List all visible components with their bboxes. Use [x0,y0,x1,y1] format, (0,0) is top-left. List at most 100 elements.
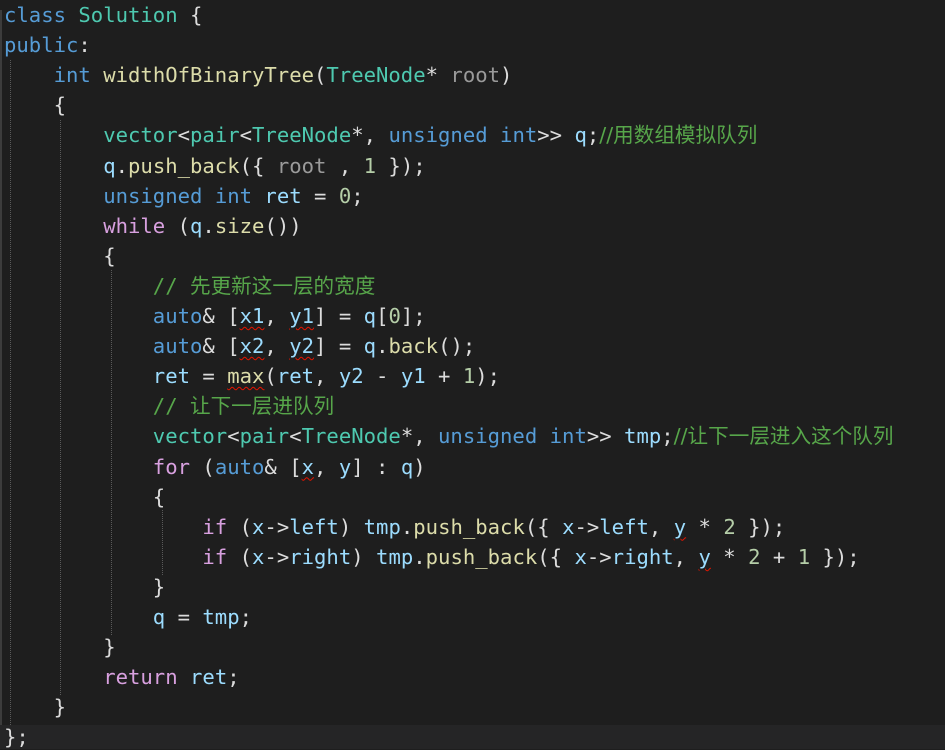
code-token: ret [152,364,190,389]
code-token: ; [586,123,600,148]
code-token: y1 [400,364,426,389]
code-token: x2 [239,334,265,359]
code-token: return [103,665,178,690]
code-token: * [710,544,749,569]
code-token: x [301,454,315,479]
code-line[interactable]: while (q.size()) [4,211,302,241]
collapsed-region-highlight [0,725,945,749]
code-token: root [276,153,327,178]
code-token: //让下一层进入这个队列 [673,424,894,449]
code-token: if [202,544,228,569]
code-line[interactable]: }; [4,722,29,750]
code-token: //用数组模拟队列 [599,123,758,148]
code-token: ); [475,364,501,389]
code-token: 0 [388,304,401,328]
code-token: = [165,605,203,629]
code-token: = [190,364,228,389]
code-token: 让下一层进队列 [190,394,335,419]
code-line[interactable]: q.push_back({ root , 1 }); [4,151,425,181]
code-token: vector [103,123,178,148]
code-line[interactable]: } [4,572,165,602]
code-token: x [574,544,587,569]
code-line[interactable]: int widthOfBinaryTree(TreeNode* root) [4,60,513,90]
code-line[interactable]: return ret; [4,662,240,692]
code-line[interactable]: // 让下一层进队列 [4,391,334,421]
code-token: back [388,334,439,359]
code-token: unsigned [103,183,203,208]
code-line[interactable]: for (auto& [x, y] : q) [4,452,426,482]
code-line[interactable]: auto& [x2, y2] = q.back(); [4,331,475,361]
code-token: ] : [351,454,401,479]
code-token: TreeNode [252,123,352,148]
code-token: x [252,544,265,569]
code-line[interactable]: // 先更新这一层的宽度 [4,271,376,301]
code-line[interactable]: { [4,241,116,271]
code-line[interactable]: ret = max(ret, y2 - y1 + 1); [4,361,500,391]
code-token: ; [239,605,253,629]
code-token: TreeNode [301,424,401,449]
code-token: -> [264,514,290,539]
code-line[interactable]: vector<pair<TreeNode*, unsigned int>> tm… [4,421,894,451]
code-token: q [574,123,587,148]
code-line[interactable]: q = tmp; [4,602,252,632]
code-line[interactable]: public: [4,30,91,60]
code-token: , [326,153,364,178]
code-token: }; [4,725,29,750]
code-token: y2 [289,334,315,359]
code-token: q [363,334,377,359]
code-token: ] = [314,304,364,328]
code-token: Solution [78,3,178,27]
code-token: & [ [202,334,240,359]
code-token: . [400,514,414,539]
code-line[interactable]: class Solution { [4,0,202,30]
code-token: , [264,304,290,328]
code-token: TreeNode [326,63,426,88]
code-token: int [500,123,538,148]
code-line[interactable]: } [4,632,115,662]
code-token: : [78,33,91,58]
code-line[interactable]: vector<pair<TreeNode*, unsigned int>> q;… [4,120,757,150]
code-line[interactable]: { [4,482,165,512]
code-token: -> [574,514,600,539]
code-token: ( [227,514,253,539]
code-token: }); [735,514,786,539]
code-token: [ [376,304,389,328]
code-token: * [686,514,724,539]
code-token: tmp [624,424,662,449]
code-line[interactable]: { [4,90,66,120]
code-token: } [4,695,66,720]
code-token: ()) [264,213,302,238]
code-token: // [152,394,190,419]
code-token: int [214,183,253,208]
code-token: *, [400,424,439,449]
code-token: pair [190,123,240,148]
code-token: ret [190,665,228,690]
code-token: 0 [338,183,352,208]
code-token: { [4,243,116,268]
code-token: y2 [338,364,364,389]
code-token: , [314,454,339,479]
code-line[interactable]: } [4,692,66,722]
code-line[interactable]: if (x->right) tmp.push_back({ x->right, … [4,542,859,572]
code-token: auto [152,304,203,328]
code-editor[interactable]: class Solution {public: int widthOfBinar… [0,0,945,750]
code-token: ) [413,454,426,479]
code-token: ( [264,364,277,389]
code-token: ; [227,665,240,690]
code-line[interactable]: auto& [x1, y1] = q[0]; [4,301,426,331]
code-token: { [4,484,166,509]
code-token: , [648,514,674,539]
code-token: >> [586,424,625,449]
code-token: . [202,213,215,238]
code-line[interactable]: unsigned int ret = 0; [4,181,363,211]
code-line[interactable]: if (x->left) tmp.push_back({ x->left, y … [4,512,785,542]
code-token: size [214,213,265,238]
code-token: q [103,153,116,178]
